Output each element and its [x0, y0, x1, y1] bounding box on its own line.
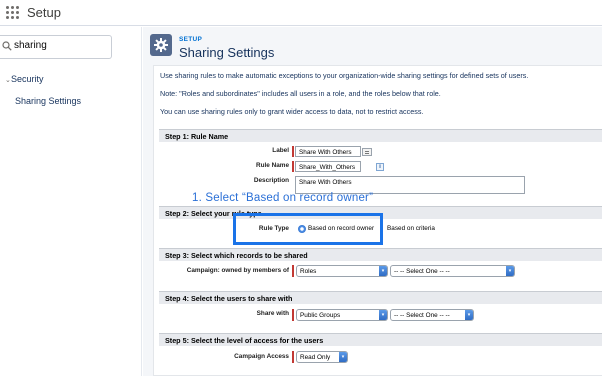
select-arrow-icon: ▾: [339, 352, 347, 362]
step-3-header: Step 3: Select which records to be share…: [159, 248, 602, 261]
intro-text: You can use sharing rules only to grant …: [160, 107, 424, 116]
campaign-access-caption: Campaign Access: [234, 353, 289, 360]
select-value: Read Only: [300, 354, 331, 361]
step-5-header: Step 5: Select the level of access for t…: [159, 333, 602, 346]
label-caption: Label: [272, 147, 289, 154]
required-marker: [292, 309, 294, 321]
campaign-access-select[interactable]: Read Only ▾: [296, 351, 348, 363]
tutorial-annotation: 1. Select “Based on record owner”: [192, 192, 374, 204]
owned-by-type-select[interactable]: Roles ▾: [296, 265, 388, 277]
select-arrow-icon: ▾: [379, 310, 387, 320]
app-title: Setup: [27, 5, 61, 20]
select-arrow-icon: ▾: [506, 266, 514, 276]
owned-by-value-select[interactable]: -- -- Select One -- -- ▾: [390, 265, 515, 277]
share-with-caption: Share with: [256, 310, 289, 317]
select-value: Public Groups: [300, 312, 341, 319]
select-value: -- -- Select One -- --: [394, 268, 450, 275]
description-caption: Description: [253, 177, 289, 184]
tree-item-sharing-settings[interactable]: Sharing Settings: [15, 96, 81, 106]
app-launcher-icon[interactable]: [6, 6, 20, 20]
tree-item-security[interactable]: Security: [11, 74, 44, 84]
required-marker: [292, 351, 294, 363]
share-with-type-select[interactable]: Public Groups ▾: [296, 309, 388, 321]
search-icon: [2, 41, 12, 51]
step-1-header: Step 1: Rule Name: [159, 129, 602, 142]
step-4-header: Step 4: Select the users to share with: [159, 291, 602, 304]
quick-find-box[interactable]: [0, 35, 112, 59]
share-with-value-select[interactable]: -- -- Select One -- -- ▾: [390, 309, 474, 321]
highlight-callout-box: [233, 213, 383, 245]
required-marker: [292, 265, 294, 277]
quick-find-input[interactable]: [14, 40, 104, 51]
select-value: Roles: [300, 268, 317, 275]
chevron-down-icon[interactable]: ⌄: [5, 76, 11, 84]
lookup-book-icon[interactable]: [362, 148, 372, 156]
page-title: Sharing Settings: [179, 45, 275, 60]
select-arrow-icon: ▾: [379, 266, 387, 276]
gear-icon: [154, 38, 168, 52]
label-input[interactable]: Share With Others: [295, 146, 361, 157]
intro-text: Use sharing rules to make automatic exce…: [160, 71, 529, 80]
page-eyebrow: SETUP: [179, 36, 203, 43]
setup-sidebar: ⌄ Security Sharing Settings: [0, 27, 142, 376]
rule-name-input[interactable]: Share_With_Others: [295, 161, 361, 172]
setup-gear-tile: [150, 34, 172, 56]
required-marker: [292, 146, 294, 157]
required-marker: [292, 161, 294, 172]
select-value: -- -- Select One -- --: [394, 312, 450, 319]
top-bar: Setup: [0, 0, 602, 26]
select-arrow-icon: ▾: [465, 310, 473, 320]
radio-label-criteria[interactable]: Based on criteria: [387, 225, 435, 232]
owned-by-caption: Campaign: owned by members of: [186, 267, 289, 274]
rule-name-caption: Rule Name: [255, 162, 289, 169]
info-icon[interactable]: i: [376, 163, 384, 171]
intro-note: Note: "Roles and subordinates" includes …: [160, 89, 441, 98]
